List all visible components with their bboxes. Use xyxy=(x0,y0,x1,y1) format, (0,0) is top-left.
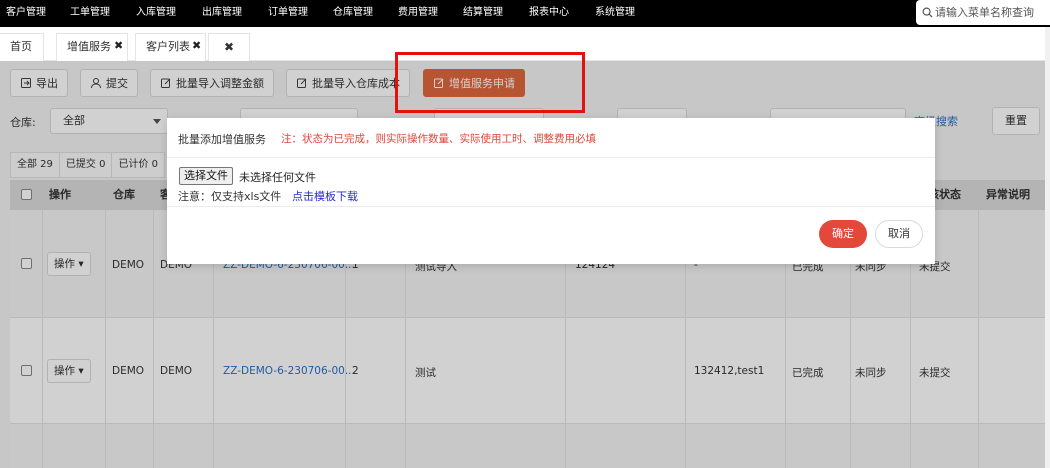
tab-home-label: 首页 xyxy=(10,40,32,53)
modal-header: 批量添加增值服务 注：状态为已完成，则实际操作数量、实际使用工时、调整费用必填 xyxy=(167,118,935,158)
nav-item-workorder[interactable]: 工单管理 xyxy=(70,0,110,27)
menu-search-input[interactable] xyxy=(935,6,1045,19)
tab-value-added[interactable]: 增值服务 ✖ xyxy=(56,33,128,61)
tab-customer-list[interactable]: 客户列表 ✖ xyxy=(135,33,206,61)
modal-title: 批量添加增值服务 xyxy=(178,133,266,146)
choose-file-button[interactable]: 选择文件 xyxy=(179,167,233,185)
nav-item-customer[interactable]: 客户管理 xyxy=(6,0,46,27)
nav-item-fees[interactable]: 费用管理 xyxy=(398,0,438,27)
nav-item-orders[interactable]: 订单管理 xyxy=(268,0,308,27)
batch-add-modal: 批量添加增值服务 注：状态为已完成，则实际操作数量、实际使用工时、调整费用必填 … xyxy=(167,118,935,264)
modal-divider xyxy=(167,206,935,207)
tab-home[interactable]: 首页 xyxy=(0,33,44,61)
modal-note: 注：状态为已完成，则实际操作数量、实际使用工时、调整费用必填 xyxy=(281,133,596,145)
nav-item-system[interactable]: 系统管理 xyxy=(595,0,635,27)
no-file-text: 未选择任何文件 xyxy=(239,171,316,184)
nav-item-warehouse[interactable]: 仓库管理 xyxy=(333,0,373,27)
close-icon[interactable]: ✖ xyxy=(192,33,201,59)
confirm-button[interactable]: 确定 xyxy=(819,220,867,248)
close-all-tabs-icon[interactable]: ✖ xyxy=(208,33,250,61)
tab-value-added-label: 增值服务 xyxy=(67,40,111,53)
file-type-hint: 注意：仅支持xls文件 xyxy=(178,190,282,203)
highlight-annotation xyxy=(395,52,585,113)
tab-customer-list-label: 客户列表 xyxy=(146,40,190,53)
nav-item-outbound[interactable]: 出库管理 xyxy=(202,0,242,27)
download-template-link[interactable]: 点击模板下载 xyxy=(292,188,358,204)
close-icon[interactable]: ✖ xyxy=(114,33,123,59)
nav-item-settlement[interactable]: 结算管理 xyxy=(463,0,503,27)
nav-item-inbound[interactable]: 入库管理 xyxy=(136,0,176,27)
nav-item-reports[interactable]: 报表中心 xyxy=(529,0,569,27)
top-nav: 客户管理 工单管理 入库管理 出库管理 订单管理 仓库管理 费用管理 结算管理 … xyxy=(0,0,1050,27)
cancel-button[interactable]: 取消 xyxy=(875,220,923,248)
search-icon xyxy=(922,7,933,18)
page-scrollbar[interactable] xyxy=(1045,27,1050,468)
menu-search-box xyxy=(916,0,1050,25)
